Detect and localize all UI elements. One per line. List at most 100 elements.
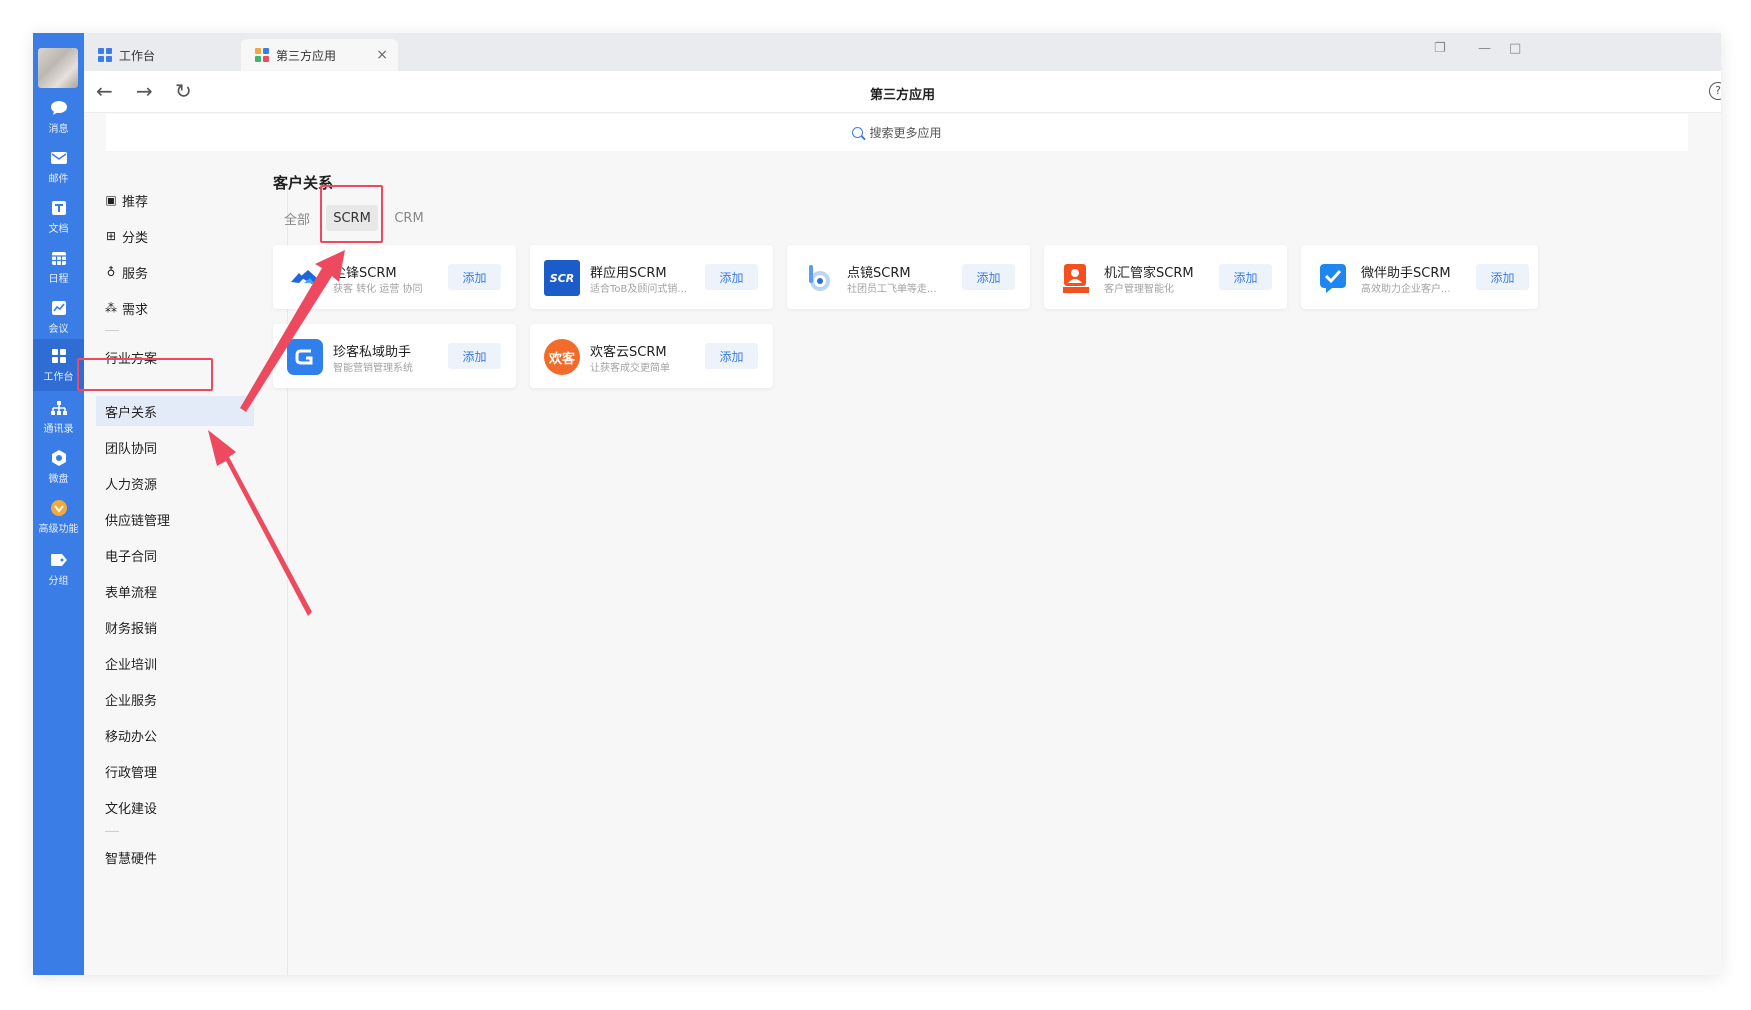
sidebar-item-mobile-office[interactable]: 移动办公 bbox=[96, 720, 266, 750]
sidebar-item-hr[interactable]: 人力资源 bbox=[96, 468, 266, 498]
sidebar-item-label: 服务 bbox=[122, 266, 149, 282]
app-name: 珍客私域助手 bbox=[333, 345, 412, 360]
app-card-weiban[interactable]: 微伴助手SCRM 高效助力企业客户... 添加 bbox=[1301, 245, 1538, 309]
apps-icon bbox=[255, 48, 269, 62]
category-icon: ⊞ bbox=[105, 229, 117, 243]
rail-item-calendar[interactable]: 日程 bbox=[33, 241, 84, 293]
huanke-logo-icon: 欢客 bbox=[544, 339, 580, 375]
category-sidebar: ▣ 推荐 ⊞ 分类 ♁ 服务 ⁂ 需求 行业方案 客户关系 团队协同 人力资源 … bbox=[84, 185, 288, 975]
rail-item-group[interactable]: 分组 bbox=[33, 543, 84, 595]
demand-icon: ⁂ bbox=[105, 301, 117, 315]
app-card-huanke[interactable]: 欢客 欢客云SCRM 让获客成交更简单 添加 bbox=[530, 324, 773, 388]
sidebar-item-label: 客户关系 bbox=[105, 405, 158, 421]
sidebar-item-admin[interactable]: 行政管理 bbox=[96, 756, 266, 786]
help-icon[interactable]: ? bbox=[1709, 82, 1721, 100]
maximize-window-icon[interactable]: □ bbox=[1509, 41, 1521, 56]
minimize-window-icon[interactable]: — bbox=[1478, 41, 1491, 56]
sidebar-item-label: 人力资源 bbox=[105, 477, 158, 493]
dianjing-logo-icon bbox=[801, 260, 837, 296]
tag-icon bbox=[49, 551, 69, 569]
app-desc: 高效助力企业客户... bbox=[1361, 284, 1451, 295]
sidebar-item-supply-chain[interactable]: 供应链管理 bbox=[96, 504, 266, 534]
sidebar-item-finance[interactable]: 财务报销 bbox=[96, 612, 266, 642]
divider bbox=[105, 330, 119, 331]
rail-item-messages[interactable]: 消息 bbox=[33, 91, 84, 143]
rail-item-contacts[interactable]: 通讯录 bbox=[33, 391, 84, 443]
sidebar-item-enterprise-service[interactable]: 企业服务 bbox=[96, 684, 266, 714]
rail-item-drive[interactable]: 微盘 bbox=[33, 441, 84, 493]
app-desc: 智能营销管理系统 bbox=[333, 363, 413, 374]
add-button[interactable]: 添加 bbox=[1476, 264, 1529, 290]
contacts-icon bbox=[49, 399, 69, 417]
qunyingyong-logo-icon: SCR bbox=[544, 260, 580, 296]
tab-third-party-apps[interactable]: 第三方应用 × bbox=[241, 39, 398, 71]
app-name: 点镜SCRM bbox=[847, 266, 911, 281]
rail-label: 工作台 bbox=[43, 372, 74, 383]
sidebar-item-label: 分类 bbox=[122, 230, 149, 246]
search-input[interactable]: 搜索更多应用 bbox=[106, 114, 1688, 151]
sidebar-item-service[interactable]: ♁ 服务 bbox=[96, 257, 266, 287]
app-card-dianjing[interactable]: 点镜SCRM 社团员工飞单等走... 添加 bbox=[787, 245, 1030, 309]
sidebar-item-label: 行政管理 bbox=[105, 765, 158, 781]
search-placeholder: 搜索更多应用 bbox=[869, 126, 942, 140]
sidebar-item-culture[interactable]: 文化建设 bbox=[96, 792, 266, 822]
sidebar-item-e-contract[interactable]: 电子合同 bbox=[96, 540, 266, 570]
drive-icon bbox=[49, 449, 69, 467]
sidebar-item-customer-relations[interactable]: 客户关系 bbox=[96, 396, 254, 426]
add-button[interactable]: 添加 bbox=[1219, 264, 1272, 290]
app-desc: 客户管理智能化 bbox=[1104, 284, 1174, 295]
rail-label: 日程 bbox=[48, 274, 69, 285]
app-name: 群应用SCRM bbox=[590, 266, 667, 281]
sidebar-item-form-flow[interactable]: 表单流程 bbox=[96, 576, 266, 606]
sidebar-item-label: 需求 bbox=[122, 302, 149, 318]
sidebar-item-training[interactable]: 企业培训 bbox=[96, 648, 266, 678]
tab-bar: 工作台 第三方应用 × ❐ — □ bbox=[84, 33, 1721, 71]
sidebar-item-team-collab[interactable]: 团队协同 bbox=[96, 432, 266, 462]
app-name: 尘锋SCRM bbox=[333, 266, 397, 281]
rail-item-mail[interactable]: 邮件 bbox=[33, 141, 84, 193]
app-card-qunyingyong[interactable]: SCR 群应用SCRM 适合ToB及顾问式销... 添加 bbox=[530, 245, 773, 309]
tab-workbench[interactable]: 工作台 bbox=[84, 39, 239, 71]
add-button[interactable]: 添加 bbox=[705, 343, 758, 369]
app-card-chenfeng[interactable]: 尘锋SCRM 获客 转化 运营 协同 添加 bbox=[273, 245, 516, 309]
close-tab-icon[interactable]: × bbox=[376, 47, 388, 63]
sidebar-item-label: 推荐 bbox=[122, 194, 149, 210]
rail-item-meeting[interactable]: 会议 bbox=[33, 291, 84, 343]
app-card-jihui[interactable]: 机汇管家SCRM 客户管理智能化 添加 bbox=[1044, 245, 1287, 309]
page-title: 第三方应用 bbox=[869, 88, 935, 103]
jihui-logo-icon bbox=[1058, 260, 1094, 296]
sidebar-item-demand[interactable]: ⁂ 需求 bbox=[96, 293, 266, 323]
nav-bar: ← → ↻ 第三方应用 ? bbox=[84, 71, 1721, 113]
rail-item-docs[interactable]: 文档 bbox=[33, 191, 84, 243]
tab-label: 第三方应用 bbox=[276, 48, 337, 63]
advanced-icon bbox=[49, 499, 69, 517]
chenfeng-logo-icon bbox=[287, 260, 323, 296]
search-icon bbox=[852, 127, 864, 138]
add-button[interactable]: 添加 bbox=[448, 343, 501, 369]
app-card-zhenke[interactable]: 珍客私域助手 智能营销管理系统 添加 bbox=[273, 324, 516, 388]
avatar[interactable] bbox=[38, 48, 78, 88]
app-desc: 获客 转化 运营 协同 bbox=[333, 284, 423, 295]
mail-icon bbox=[49, 149, 69, 167]
annotation-highlight-customer-relations bbox=[77, 358, 213, 391]
sidebar-item-label: 表单流程 bbox=[105, 585, 158, 601]
zhenke-logo-icon bbox=[287, 339, 323, 375]
rail-label: 邮件 bbox=[48, 174, 69, 185]
app-name: 微伴助手SCRM bbox=[1361, 266, 1451, 281]
sidebar-item-label: 企业培训 bbox=[105, 657, 158, 673]
add-button[interactable]: 添加 bbox=[705, 264, 758, 290]
sidebar-item-smart-hardware[interactable]: 智慧硬件 bbox=[96, 842, 266, 872]
filter-crm[interactable]: CRM bbox=[386, 205, 432, 231]
sidebar-item-recommend[interactable]: ▣ 推荐 bbox=[96, 185, 266, 215]
rail-item-advanced[interactable]: 高级功能 bbox=[33, 491, 84, 543]
add-button[interactable]: 添加 bbox=[962, 264, 1015, 290]
chat-icon bbox=[49, 99, 69, 117]
sidebar-item-label: 智慧硬件 bbox=[105, 851, 158, 867]
sidebar-item-label: 移动办公 bbox=[105, 729, 158, 745]
rail-label: 微盘 bbox=[48, 474, 69, 485]
sidebar-item-category[interactable]: ⊞ 分类 bbox=[96, 221, 266, 251]
calendar-icon bbox=[49, 249, 69, 267]
restore-window-icon[interactable]: ❐ bbox=[1434, 41, 1446, 56]
add-button[interactable]: 添加 bbox=[448, 264, 501, 290]
filter-all[interactable]: 全部 bbox=[276, 205, 318, 231]
